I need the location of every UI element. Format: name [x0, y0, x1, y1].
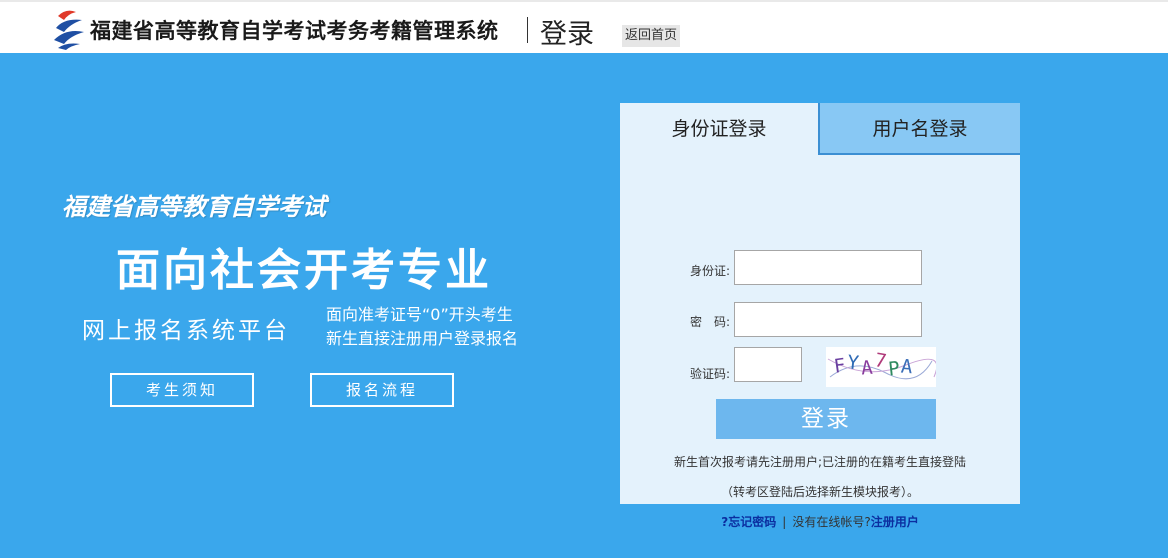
- account-links: ?忘记密码 | 没有在线帐号?注册用户: [620, 513, 1020, 530]
- id-card-label: 身份证:: [690, 264, 731, 278]
- captcha-char: A: [900, 355, 916, 379]
- site-title: 福建省高等教育自学考试考务考籍管理系统: [90, 19, 499, 43]
- tab-username-login[interactable]: 用户名登录: [818, 103, 1020, 155]
- exam-notice-button[interactable]: 考生须知: [110, 373, 254, 407]
- exam-logo-icon: [54, 10, 84, 50]
- captcha-label: 验证码:: [690, 367, 731, 381]
- banner: 福建省高等教育自学考试 面向社会开考专业 网上报名系统平台 面向准考证号“0”开…: [0, 53, 1168, 558]
- new-user-hint: 新生首次报考请先注册用户;已注册的在籍考生直接登陆: [673, 455, 967, 469]
- banner-slogan-exam: 福建省高等教育自学考试: [62, 193, 326, 221]
- captcha-image[interactable]: FYA7PA: [826, 347, 936, 387]
- banner-note-line-2: 新生直接注册用户登录报名: [326, 329, 519, 348]
- register-link[interactable]: 注册用户: [871, 515, 919, 529]
- title-divider: [527, 17, 528, 43]
- link-divider: |: [782, 515, 787, 529]
- forgot-password-link[interactable]: ?忘记密码: [721, 515, 776, 529]
- banner-slogan-platform: 网上报名系统平台: [82, 318, 290, 344]
- login-submit-button[interactable]: 登录: [716, 399, 936, 439]
- banner-note: 面向准考证号“0”开头考生 新生直接注册用户登录报名: [326, 303, 518, 351]
- no-account-text: 没有在线帐号?: [792, 515, 871, 529]
- page-title: 登录: [540, 19, 594, 50]
- captcha-input[interactable]: [734, 347, 802, 382]
- banner-note-line-1: 面向准考证号“0”开头考生: [326, 305, 513, 324]
- tab-id-card-login[interactable]: 身份证登录: [620, 103, 818, 155]
- login-panel: 身份证登录 用户名登录 身份证: 密 码: 验证码: FYA7PA 登录 新生首…: [620, 103, 1020, 529]
- password-label: 密 码:: [690, 315, 731, 329]
- header-bar: 福建省高等教育自学考试考务考籍管理系统 登录 返回首页: [0, 0, 1168, 53]
- id-card-input[interactable]: [734, 250, 922, 285]
- banner-slogan-main: 面向社会开考专业: [116, 245, 492, 296]
- password-input[interactable]: [734, 302, 922, 337]
- registration-process-button[interactable]: 报名流程: [310, 373, 454, 407]
- transfer-hint: （转考区登陆后选择新生模块报考）。: [720, 485, 919, 499]
- captcha-text: FYA7PA: [833, 349, 916, 381]
- return-home-button[interactable]: 返回首页: [622, 25, 681, 47]
